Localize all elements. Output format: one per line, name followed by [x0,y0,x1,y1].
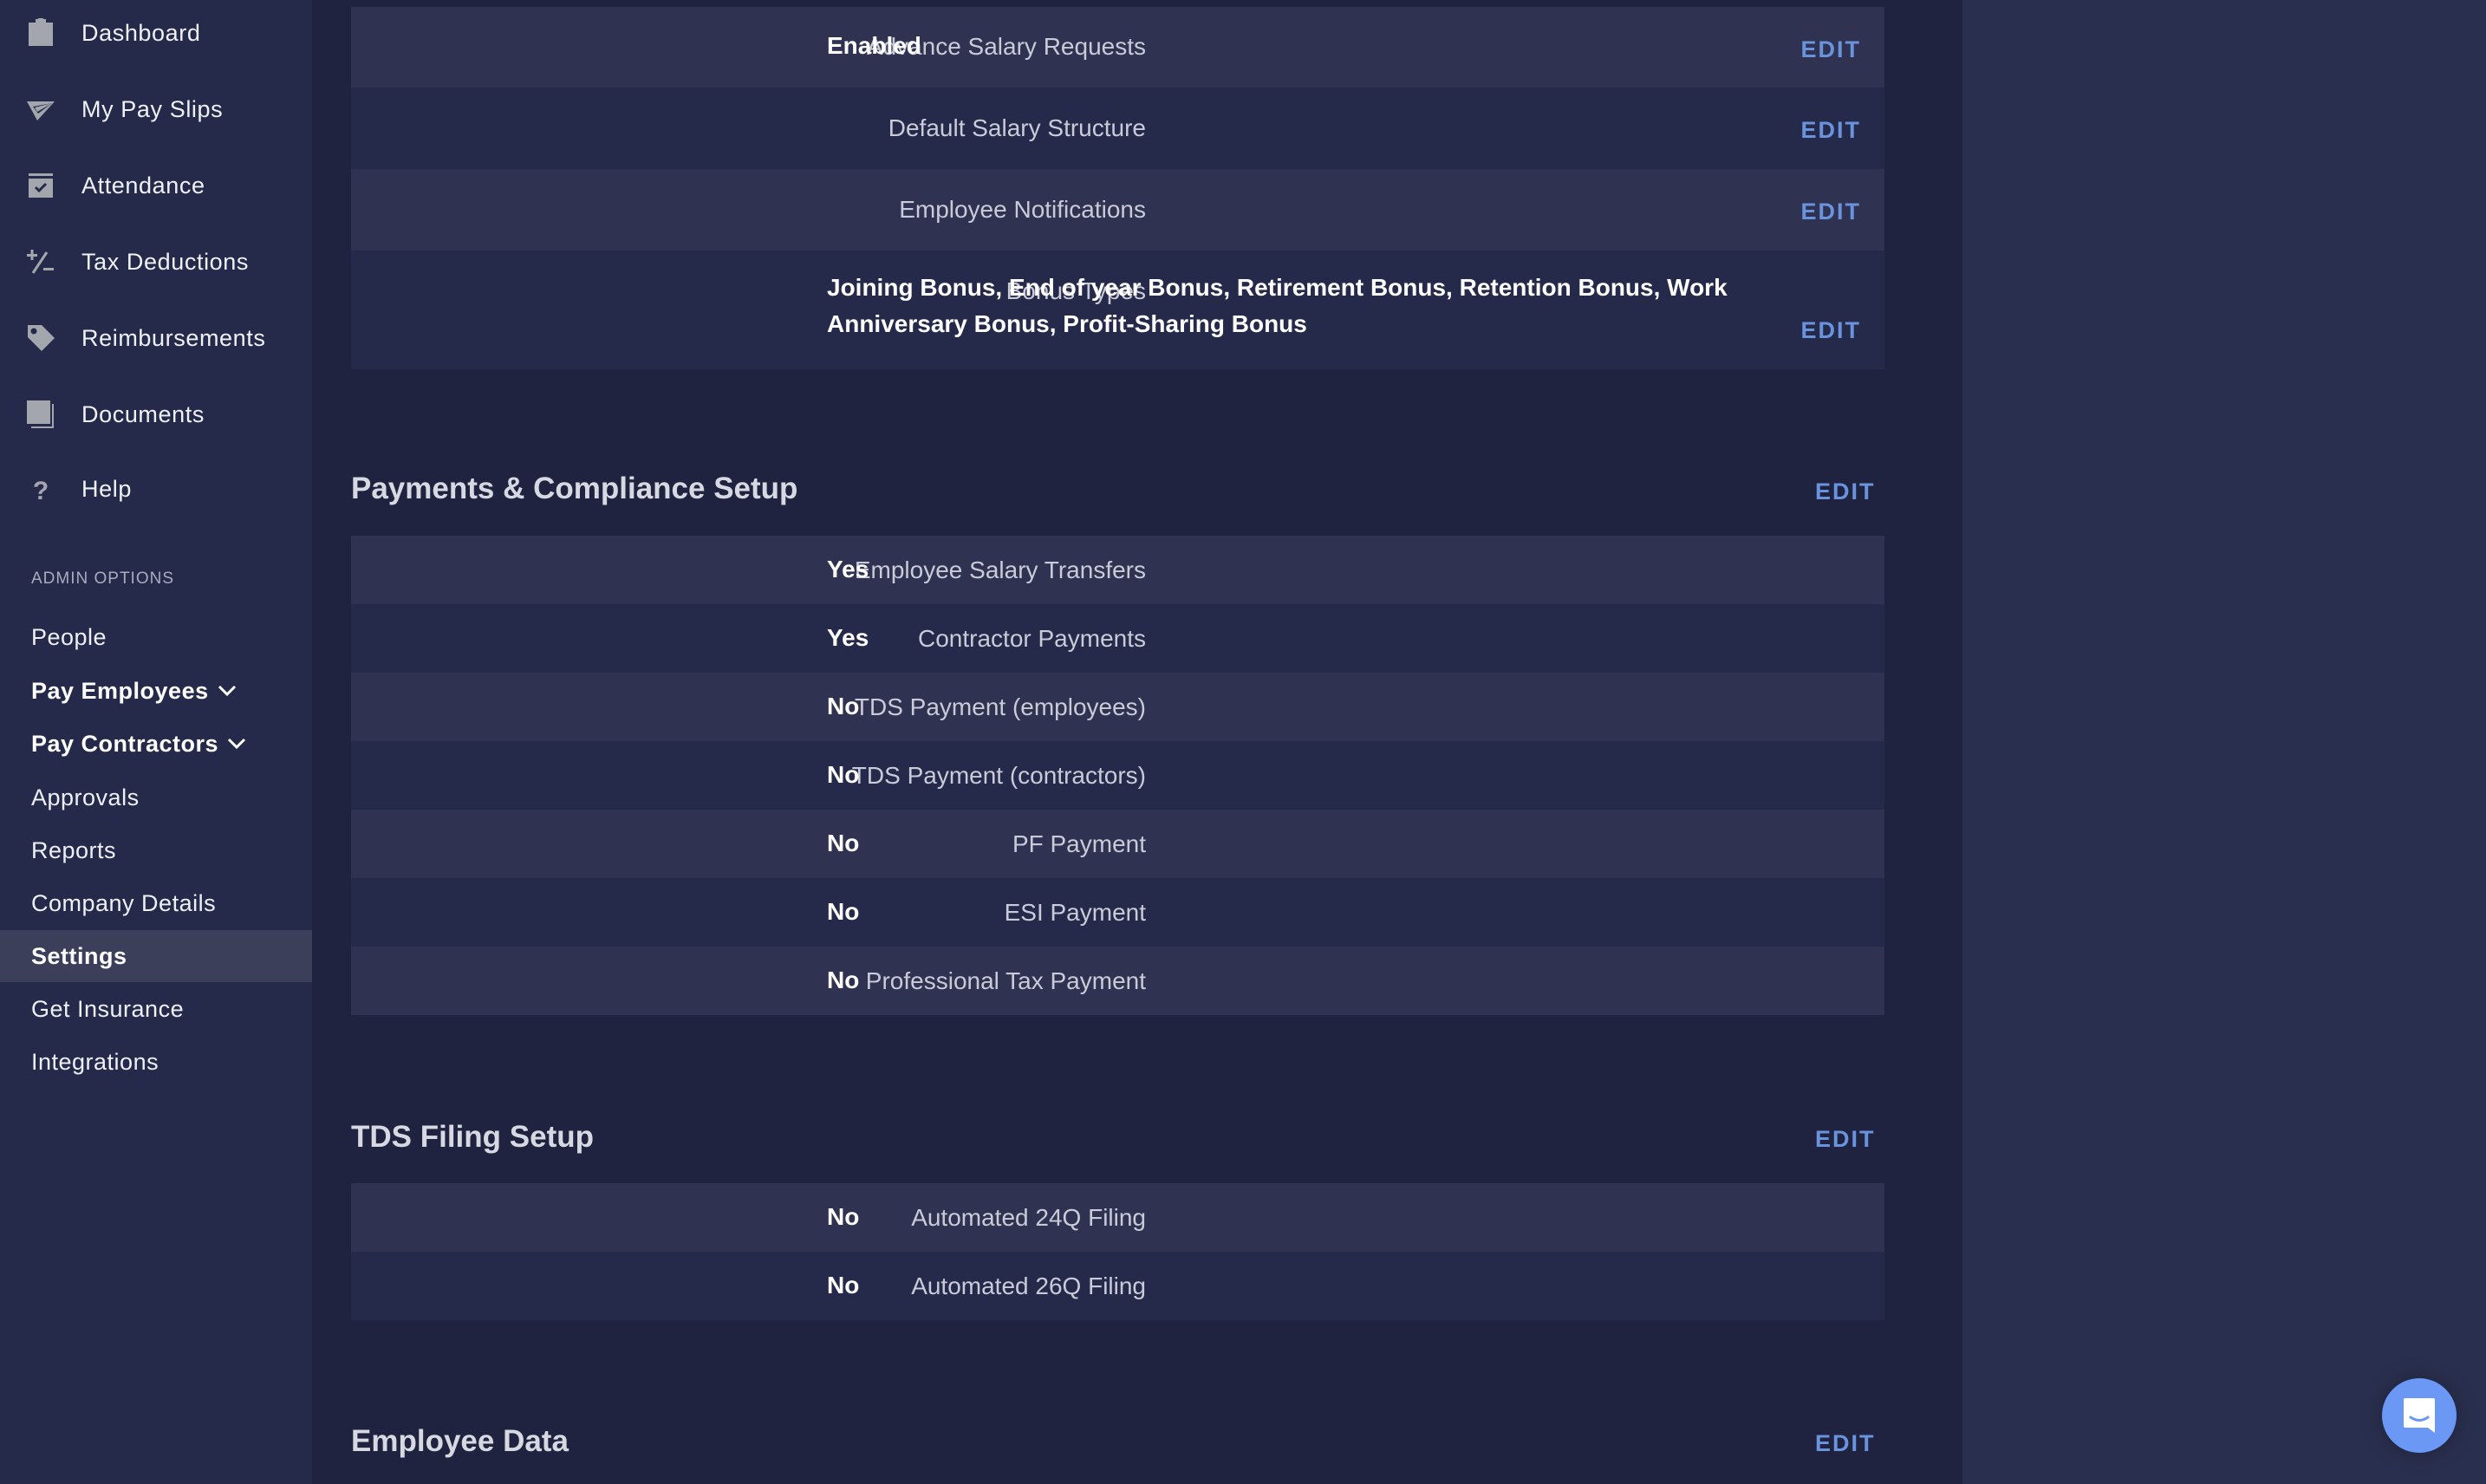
nav-label: Reimbursements [81,324,266,351]
admin-label: Pay Employees [31,677,209,704]
settings-row-employee-notifications: Employee Notifications EDIT [351,169,1884,251]
employee-data-edit-button[interactable]: EDIT [1815,1430,1876,1457]
edit-button[interactable]: EDIT [1800,317,1861,344]
table-row: Automated 26Q Filing No [351,1252,1884,1320]
table-row: Automated 24Q Filing No [351,1183,1884,1252]
plus-minus-icon [26,247,55,277]
table-row: Employee Salary Transfers Yes [351,536,1884,604]
settings-row-advance-salary: Advance Salary Requests Enabled EDIT [351,7,1884,88]
section-title-tds-filing: TDS Filing Setup [351,1120,594,1154]
admin-label: Integrations [31,1048,159,1075]
paper-plane-icon [26,94,55,124]
admin-label: Approvals [31,784,140,810]
table-row: TDS Payment (employees) No [351,673,1884,741]
payments-compliance-card: Employee Salary Transfers Yes Contractor… [351,536,1884,1015]
admin-label: Reports [31,836,117,863]
nav-item-tax-deductions[interactable]: Tax Deductions [0,236,312,288]
edit-button[interactable]: EDIT [1800,199,1861,225]
chat-launcher-button[interactable] [2382,1378,2457,1453]
tds-filing-edit-button[interactable]: EDIT [1815,1126,1876,1153]
row-label: Default Salary Structure [888,114,1146,141]
question-icon: ? [26,474,55,504]
admin-item-company-details[interactable]: Company Details [0,877,312,929]
admin-item-approvals[interactable]: Approvals [0,771,312,823]
sidebar: Dashboard My Pay Slips Attendance Tax De… [0,0,312,1484]
row-value: Yes [827,624,869,651]
admin-item-get-insurance[interactable]: Get Insurance [0,983,312,1035]
admin-item-integrations[interactable]: Integrations [0,1036,312,1088]
row-value: No [827,693,860,719]
table-row: Professional Tax Payment No [351,947,1884,1015]
admin-label: Company Details [31,889,217,916]
tds-filing-card: Automated 24Q Filing No Automated 26Q Fi… [351,1183,1884,1320]
nav-label: Dashboard [81,19,201,46]
admin-item-settings[interactable]: Settings [0,930,312,982]
row-value: No [827,1203,860,1230]
admin-label-wrap: Pay Employees [31,678,237,705]
nav-item-attendance[interactable]: Attendance [0,159,312,212]
admin-label: Settings [31,942,127,969]
section-title-payments-compliance: Payments & Compliance Setup [351,472,798,505]
table-row: Contractor Payments Yes [351,604,1884,673]
admin-label: People [31,623,107,650]
payments-compliance-edit-button[interactable]: EDIT [1815,478,1876,505]
chevron-down-icon[interactable] [218,685,237,697]
nav-item-help[interactable]: ? Help [0,463,312,515]
row-value: Joining Bonus, End of year Bonus, Retire… [827,274,1728,337]
row-value: No [827,761,860,788]
nav-item-documents[interactable]: Documents [0,388,312,440]
tag-icon [26,323,55,353]
section-title-employee-data: Employee Data [351,1424,569,1458]
nav-label: Tax Deductions [81,248,249,275]
nav-item-dashboard[interactable]: Dashboard [0,7,312,59]
row-value: Yes [827,556,869,583]
chat-icon [2404,1398,2435,1433]
salary-settings-card: Advance Salary Requests Enabled EDIT Def… [351,7,1884,369]
clipboard-icon [26,18,55,48]
chevron-down-icon[interactable] [227,738,246,750]
edit-button[interactable]: EDIT [1800,36,1861,63]
admin-label-wrap: Pay Contractors [31,731,246,758]
row-value: No [827,1272,860,1298]
documents-icon [26,400,55,429]
admin-item-pay-contractors[interactable]: Pay Contractors [0,718,312,770]
admin-label: Pay Contractors [31,730,219,757]
right-panel [1962,0,2486,1484]
nav-item-my-pay-slips[interactable]: My Pay Slips [0,83,312,135]
row-value: No [827,898,860,925]
admin-item-people[interactable]: People [0,611,312,663]
edit-button[interactable]: EDIT [1800,117,1861,144]
nav-label: My Pay Slips [81,95,224,122]
table-row: ESI Payment No [351,878,1884,947]
admin-item-reports[interactable]: Reports [0,824,312,876]
nav-label: Attendance [81,172,205,199]
svg-text:?: ? [33,477,49,504]
settings-row-default-salary-structure: Default Salary Structure EDIT [351,88,1884,169]
admin-label: Get Insurance [31,995,185,1022]
row-value: No [827,967,860,993]
admin-item-pay-employees[interactable]: Pay Employees [0,665,312,717]
row-label: Employee Notifications [899,196,1146,223]
table-row: TDS Payment (contractors) No [351,741,1884,810]
row-value: No [827,830,860,856]
admin-options-header: ADMIN OPTIONS [31,570,175,588]
settings-row-bonus-types: Bonus Types Joining Bonus, End of year B… [351,251,1884,369]
nav-label: Documents [81,400,205,427]
calendar-check-icon [26,171,55,200]
row-value: Enabled [827,32,921,59]
nav-label: Help [81,475,132,502]
nav-item-reimbursements[interactable]: Reimbursements [0,312,312,364]
table-row: PF Payment No [351,810,1884,878]
